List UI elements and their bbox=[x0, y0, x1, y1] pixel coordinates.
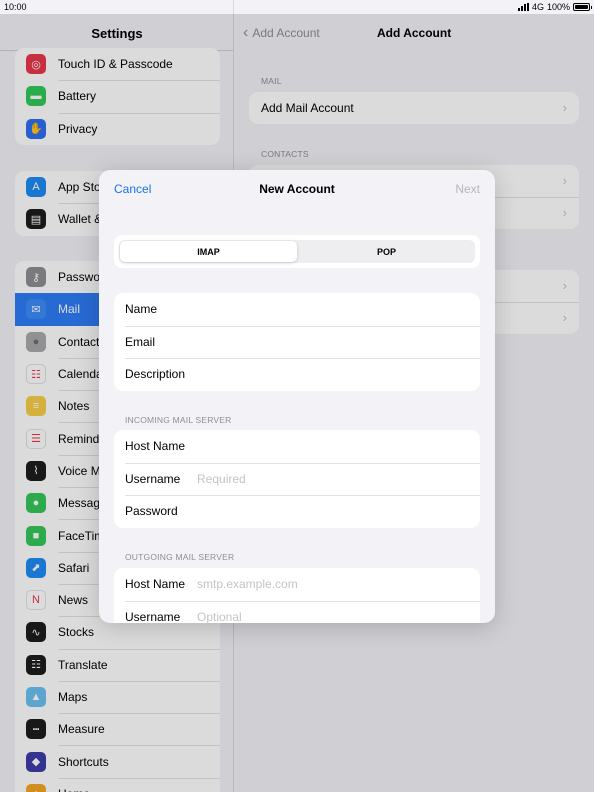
incoming-password-label: Password bbox=[125, 504, 178, 519]
signal-icon bbox=[517, 3, 529, 11]
description-row[interactable]: Description bbox=[114, 358, 480, 391]
outgoing-host-label: Host Name bbox=[125, 577, 186, 592]
name-label: Name bbox=[125, 302, 158, 317]
account-type-segment-container: IMAP POP bbox=[114, 235, 480, 268]
network-type: 4G bbox=[531, 2, 544, 12]
outgoing-host-input[interactable] bbox=[197, 577, 480, 592]
battery-icon bbox=[573, 3, 592, 11]
incoming-username-label: Username bbox=[125, 471, 181, 486]
cancel-button[interactable]: Cancel bbox=[114, 182, 151, 196]
outgoing-username-label: Username bbox=[125, 609, 181, 623]
outgoing-server-header: OUTGOING MAIL SERVER bbox=[125, 552, 235, 562]
incoming-server-group: Host Name Username Password bbox=[114, 430, 480, 528]
email-input[interactable] bbox=[197, 334, 480, 349]
account-type-segmented-control: IMAP POP bbox=[119, 240, 475, 263]
segment-pop[interactable]: POP bbox=[298, 240, 475, 263]
incoming-password-input[interactable] bbox=[197, 504, 480, 519]
status-time: 10:00 bbox=[4, 2, 27, 12]
incoming-host-label: Host Name bbox=[125, 439, 186, 454]
battery-percent: 100% bbox=[546, 2, 570, 12]
description-label: Description bbox=[125, 367, 186, 382]
outgoing-username-input[interactable] bbox=[197, 609, 480, 623]
incoming-username-row[interactable]: Username bbox=[114, 462, 480, 496]
description-input[interactable] bbox=[197, 367, 480, 382]
segment-imap[interactable]: IMAP bbox=[120, 241, 297, 262]
email-label: Email bbox=[125, 334, 156, 349]
name-row[interactable]: Name bbox=[114, 293, 480, 326]
email-row[interactable]: Email bbox=[114, 325, 480, 359]
account-info-group: Name Email Description bbox=[114, 293, 480, 391]
outgoing-server-group: Host Name Username bbox=[114, 568, 480, 623]
name-input[interactable] bbox=[197, 302, 480, 317]
new-account-sheet: New Account Cancel Next IMAP POP Name Em… bbox=[99, 170, 495, 623]
incoming-host-row[interactable]: Host Name bbox=[114, 430, 480, 463]
status-bar: 10:00 4G 100% bbox=[0, 0, 594, 14]
incoming-username-input[interactable] bbox=[197, 471, 480, 486]
outgoing-host-row[interactable]: Host Name bbox=[114, 568, 480, 601]
incoming-password-row[interactable]: Password bbox=[114, 495, 480, 528]
next-button[interactable]: Next bbox=[455, 182, 480, 196]
incoming-host-input[interactable] bbox=[197, 439, 480, 454]
sheet-title: New Account bbox=[259, 182, 335, 196]
outgoing-username-row[interactable]: Username bbox=[114, 600, 480, 623]
incoming-server-header: INCOMING MAIL SERVER bbox=[125, 415, 232, 425]
status-indicators: 4G 100% bbox=[517, 2, 592, 12]
